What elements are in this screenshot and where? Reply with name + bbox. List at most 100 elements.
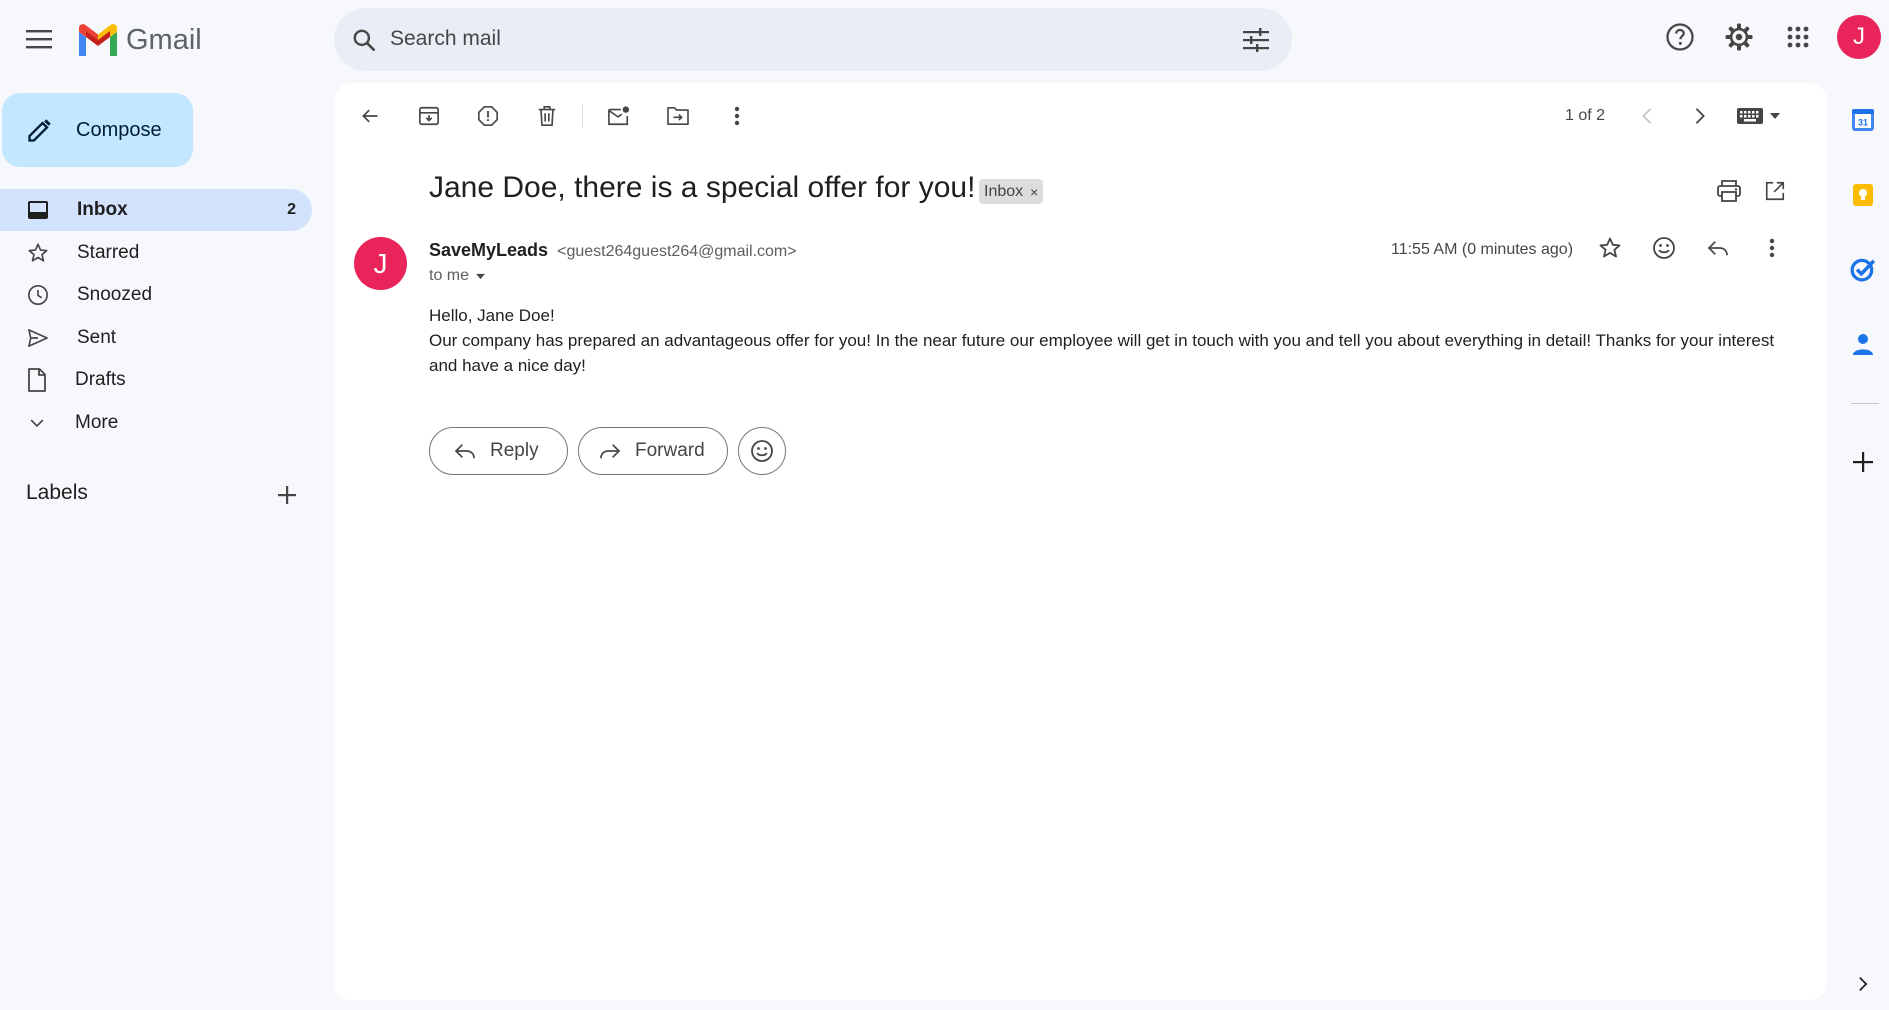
send-icon bbox=[28, 328, 48, 347]
chevron-right-icon bbox=[1695, 108, 1705, 124]
more-options-button[interactable] bbox=[715, 94, 759, 138]
sender-avatar[interactable]: J bbox=[354, 237, 407, 290]
google-apps-button[interactable] bbox=[1778, 17, 1818, 57]
move-folder-icon bbox=[667, 107, 689, 125]
inbox-icon bbox=[28, 201, 48, 219]
main-menu-button[interactable] bbox=[19, 19, 59, 59]
get-addons-button[interactable] bbox=[1843, 442, 1883, 482]
mark-unread-button[interactable] bbox=[597, 94, 641, 138]
toolbar-divider bbox=[582, 104, 583, 128]
sidebar-item-inbox[interactable]: Inbox 2 bbox=[0, 189, 312, 231]
recipient-details-toggle[interactable]: to me bbox=[429, 267, 486, 285]
message-actions bbox=[1590, 228, 1792, 268]
sidebar-item-drafts[interactable]: Drafts bbox=[0, 359, 312, 401]
contacts-app-button[interactable] bbox=[1843, 324, 1883, 364]
print-all-button[interactable] bbox=[1709, 171, 1749, 211]
more-vertical-icon bbox=[734, 106, 740, 126]
sender-info: SaveMyLeads <guest264guest264@gmail.com> bbox=[429, 240, 797, 261]
print-icon bbox=[1717, 180, 1741, 202]
page-count: 1 of 2 bbox=[1564, 107, 1605, 124]
forward-icon bbox=[600, 444, 621, 459]
settings-button[interactable] bbox=[1719, 17, 1759, 57]
keep-icon bbox=[1853, 184, 1873, 206]
open-new-window-button[interactable] bbox=[1755, 171, 1795, 211]
remove-label-button[interactable]: × bbox=[1030, 184, 1038, 200]
keep-app-button[interactable] bbox=[1843, 175, 1883, 215]
delete-button[interactable] bbox=[525, 94, 569, 138]
message-view: 1 of 2 Jane Doe, there is a special offe… bbox=[334, 83, 1827, 1000]
reply-button[interactable]: Reply bbox=[429, 427, 568, 475]
svg-text:31: 31 bbox=[1858, 118, 1868, 128]
sidebar-item-label: Drafts bbox=[75, 369, 126, 391]
message-more-button[interactable] bbox=[1752, 228, 1792, 268]
plus-icon bbox=[1853, 452, 1873, 472]
tasks-app-button[interactable] bbox=[1843, 249, 1883, 289]
forward-button[interactable]: Forward bbox=[578, 427, 728, 475]
sender-email: <guest264guest264@gmail.com> bbox=[557, 243, 797, 260]
emoji-reaction-button[interactable] bbox=[738, 427, 786, 475]
apps-grid-icon bbox=[1787, 26, 1809, 48]
sidebar-nav: Inbox 2 Starred Snoozed Sent Drafts More bbox=[0, 189, 312, 445]
message-subject: Jane Doe, there is a special offer for y… bbox=[429, 171, 976, 204]
compose-button[interactable]: Compose bbox=[2, 93, 193, 167]
create-label-button[interactable] bbox=[267, 475, 307, 515]
support-button[interactable] bbox=[1660, 17, 1700, 57]
chevron-left-icon bbox=[1642, 108, 1652, 124]
add-reaction-button[interactable] bbox=[1644, 228, 1684, 268]
input-tools-button[interactable] bbox=[1737, 96, 1791, 136]
archive-button[interactable] bbox=[407, 94, 451, 138]
filter-sliders-icon bbox=[1243, 28, 1269, 52]
recipient-label: to me bbox=[429, 267, 470, 284]
back-button[interactable] bbox=[348, 94, 392, 138]
search-options-button[interactable] bbox=[1236, 20, 1276, 60]
calendar-app-button[interactable]: 31 bbox=[1843, 100, 1883, 140]
report-spam-icon bbox=[478, 106, 498, 126]
unread-count-badge: 2 bbox=[287, 201, 296, 218]
contacts-icon bbox=[1853, 334, 1873, 355]
clock-icon bbox=[28, 285, 48, 306]
gear-icon bbox=[1725, 23, 1753, 51]
reply-label: Reply bbox=[490, 440, 539, 461]
chevron-down-icon bbox=[30, 419, 44, 428]
reply-icon-button[interactable] bbox=[1698, 228, 1738, 268]
reply-icon bbox=[1707, 241, 1728, 256]
draft-icon bbox=[28, 368, 46, 393]
move-to-button[interactable] bbox=[656, 94, 700, 138]
pencil-icon bbox=[28, 119, 51, 142]
help-icon bbox=[1666, 23, 1694, 51]
labels-heading: Labels bbox=[26, 481, 88, 504]
sidebar-item-more[interactable]: More bbox=[0, 402, 312, 444]
plus-icon bbox=[278, 486, 296, 504]
sidebar-item-snoozed[interactable]: Snoozed bbox=[0, 274, 312, 316]
gmail-logo[interactable]: Gmail bbox=[76, 20, 202, 60]
archive-icon bbox=[419, 106, 439, 126]
sidebar-item-label: Sent bbox=[77, 326, 117, 348]
sidebar-item-sent[interactable]: Sent bbox=[0, 317, 312, 359]
sidebar-item-label: More bbox=[75, 411, 119, 433]
gmail-wordmark: Gmail bbox=[126, 23, 202, 56]
search-icon bbox=[353, 29, 376, 52]
tasks-icon bbox=[1850, 258, 1876, 282]
sender-name[interactable]: SaveMyLeads bbox=[429, 240, 548, 260]
show-side-panel-button[interactable] bbox=[1843, 964, 1883, 1004]
search-bar[interactable] bbox=[334, 8, 1292, 71]
side-panel-divider bbox=[1851, 403, 1879, 404]
message-paragraph: Our company has prepared an advantageous… bbox=[429, 331, 1775, 375]
search-input[interactable] bbox=[390, 18, 1210, 60]
older-button[interactable] bbox=[1680, 96, 1720, 136]
subject-actions bbox=[1709, 171, 1795, 211]
sidebar-item-starred[interactable]: Starred bbox=[0, 232, 312, 274]
message-timestamp: 11:55 AM (0 minutes ago) bbox=[1391, 241, 1574, 258]
mark-unread-icon bbox=[608, 106, 630, 126]
search-button[interactable] bbox=[344, 20, 384, 60]
report-spam-button[interactable] bbox=[466, 94, 510, 138]
keyboard-icon bbox=[1737, 108, 1763, 124]
trash-icon bbox=[538, 106, 556, 126]
label-chip-text: Inbox bbox=[984, 182, 1024, 200]
side-panel: 31 bbox=[1837, 0, 1889, 1010]
message-toolbar bbox=[348, 94, 774, 138]
star-icon bbox=[28, 243, 48, 262]
sidebar-item-label: Starred bbox=[77, 241, 140, 263]
newer-button[interactable] bbox=[1627, 96, 1667, 136]
star-button[interactable] bbox=[1590, 228, 1630, 268]
